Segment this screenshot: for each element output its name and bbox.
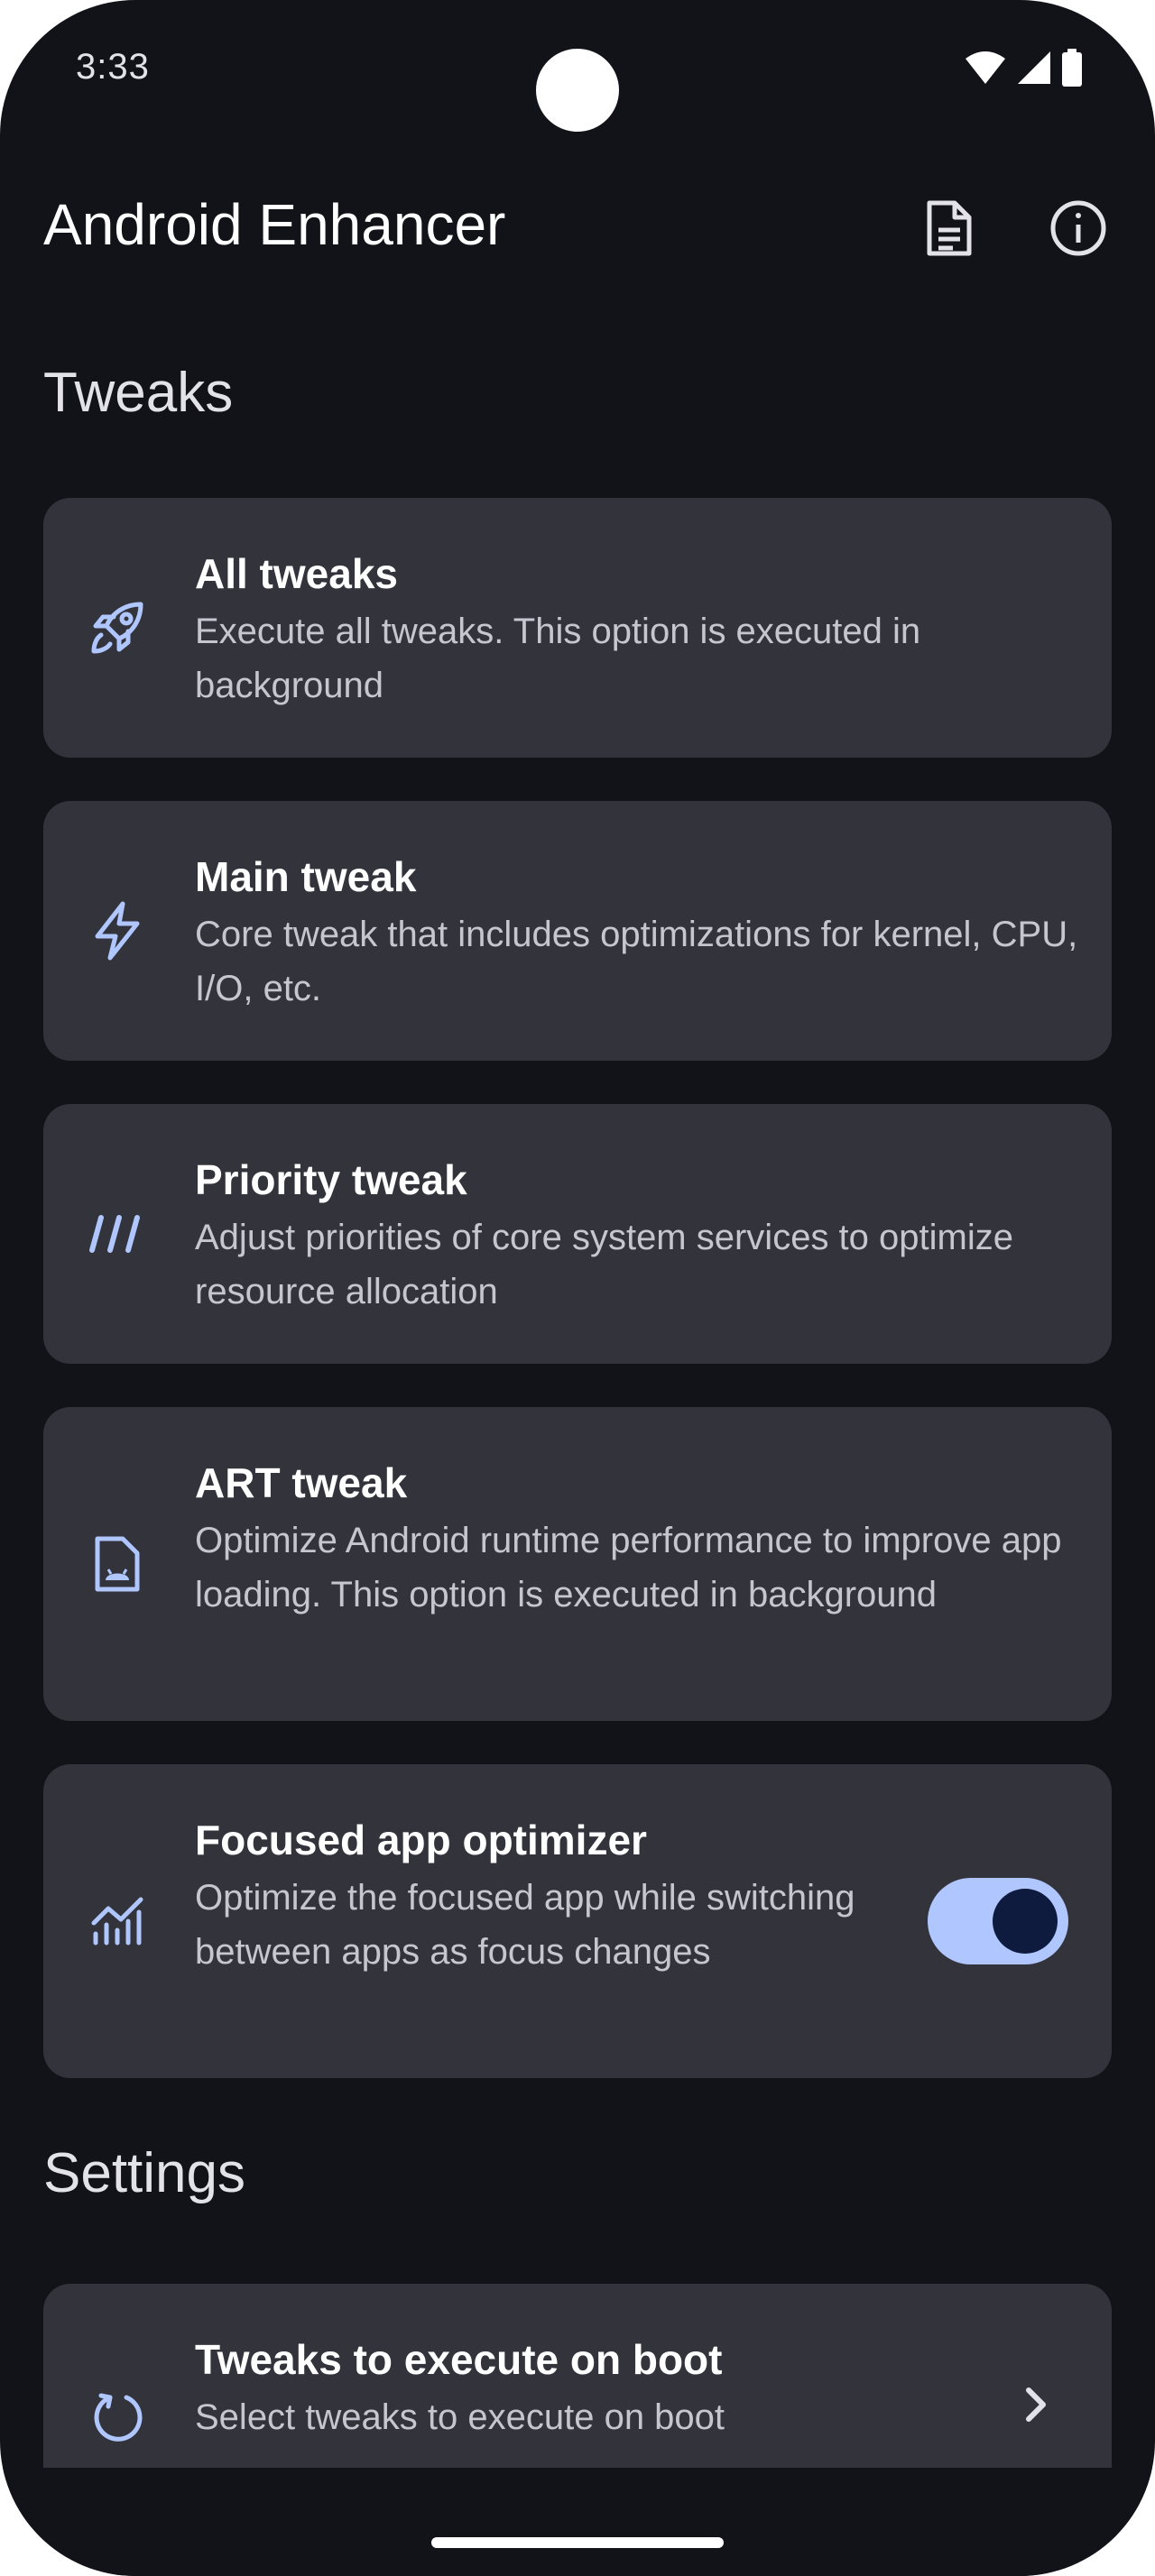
section-title-tweaks: Tweaks [43, 362, 234, 424]
card-title: ART tweak [195, 1459, 408, 1506]
card-description: Optimize the focused app while switching… [195, 1878, 855, 1972]
rocket-icon [87, 597, 148, 658]
card-description: Select tweaks to execute on boot [195, 2397, 725, 2437]
card-text: Priority tweak Adjust priorities of core… [195, 1155, 1097, 1319]
card-all-tweaks[interactable]: All tweaks Execute all tweaks. This opti… [43, 498, 1112, 758]
wifi-icon [964, 50, 1007, 90]
card-title: Focused app optimizer [195, 1817, 647, 1863]
card-title: All tweaks [195, 550, 398, 597]
card-priority-tweak[interactable]: Priority tweak Adjust priorities of core… [43, 1104, 1112, 1364]
card-art-tweak[interactable]: ART tweak Optimize Android runtime perfo… [43, 1407, 1112, 1721]
lightning-icon [87, 900, 148, 961]
card-text: Tweaks to execute on boot Select tweaks … [195, 2334, 1097, 2444]
log-button[interactable] [909, 189, 990, 271]
app-title: Android Enhancer [43, 192, 506, 257]
navigation-bar [0, 2468, 1155, 2576]
info-icon [1049, 199, 1107, 262]
status-time: 3:33 [76, 47, 150, 87]
chevron-right-icon [1014, 2383, 1058, 2426]
signal-icon [1016, 50, 1052, 90]
card-main-tweak[interactable]: Main tweak Core tweak that includes opti… [43, 801, 1112, 1061]
card-focused-app-optimizer[interactable]: Focused app optimizer Optimize the focus… [43, 1764, 1112, 2078]
log-document-icon [924, 199, 975, 262]
toggle-knob [993, 1889, 1058, 1954]
card-title: Tweaks to execute on boot [195, 2336, 723, 2383]
card-description: Core tweak that includes optimizations f… [195, 915, 1078, 1008]
card-description: Optimize Android runtime performance to … [195, 1521, 1062, 1615]
info-button[interactable] [1038, 189, 1119, 271]
home-indicator[interactable] [431, 2537, 724, 2548]
restart-icon [87, 2385, 148, 2446]
card-description: Adjust priorities of core system service… [195, 1218, 1013, 1311]
card-title: Priority tweak [195, 1156, 467, 1203]
android-file-icon [87, 1533, 148, 1595]
card-text: Focused app optimizer Optimize the focus… [195, 1815, 881, 1979]
card-text: Main tweak Core tweak that includes opti… [195, 851, 1097, 1016]
section-title-settings: Settings [43, 2142, 246, 2204]
card-description: Execute all tweaks. This option is execu… [195, 612, 921, 705]
priority-lines-icon [87, 1203, 148, 1265]
app-bar: Android Enhancer [0, 171, 1155, 280]
card-text: All tweaks Execute all tweaks. This opti… [195, 548, 1097, 713]
status-icons [964, 49, 1083, 91]
card-title: Main tweak [195, 853, 417, 900]
status-bar: 3:33 [0, 0, 1155, 135]
focused-app-toggle[interactable] [928, 1878, 1068, 1964]
camera-cutout [536, 49, 619, 132]
card-text: ART tweak Optimize Android runtime perfo… [195, 1458, 1097, 1622]
battery-icon [1061, 49, 1083, 91]
phone-screen: 3:33 Android Enhancer Tweaks All tweaks … [0, 0, 1155, 2576]
chart-trend-icon [87, 1891, 148, 1952]
